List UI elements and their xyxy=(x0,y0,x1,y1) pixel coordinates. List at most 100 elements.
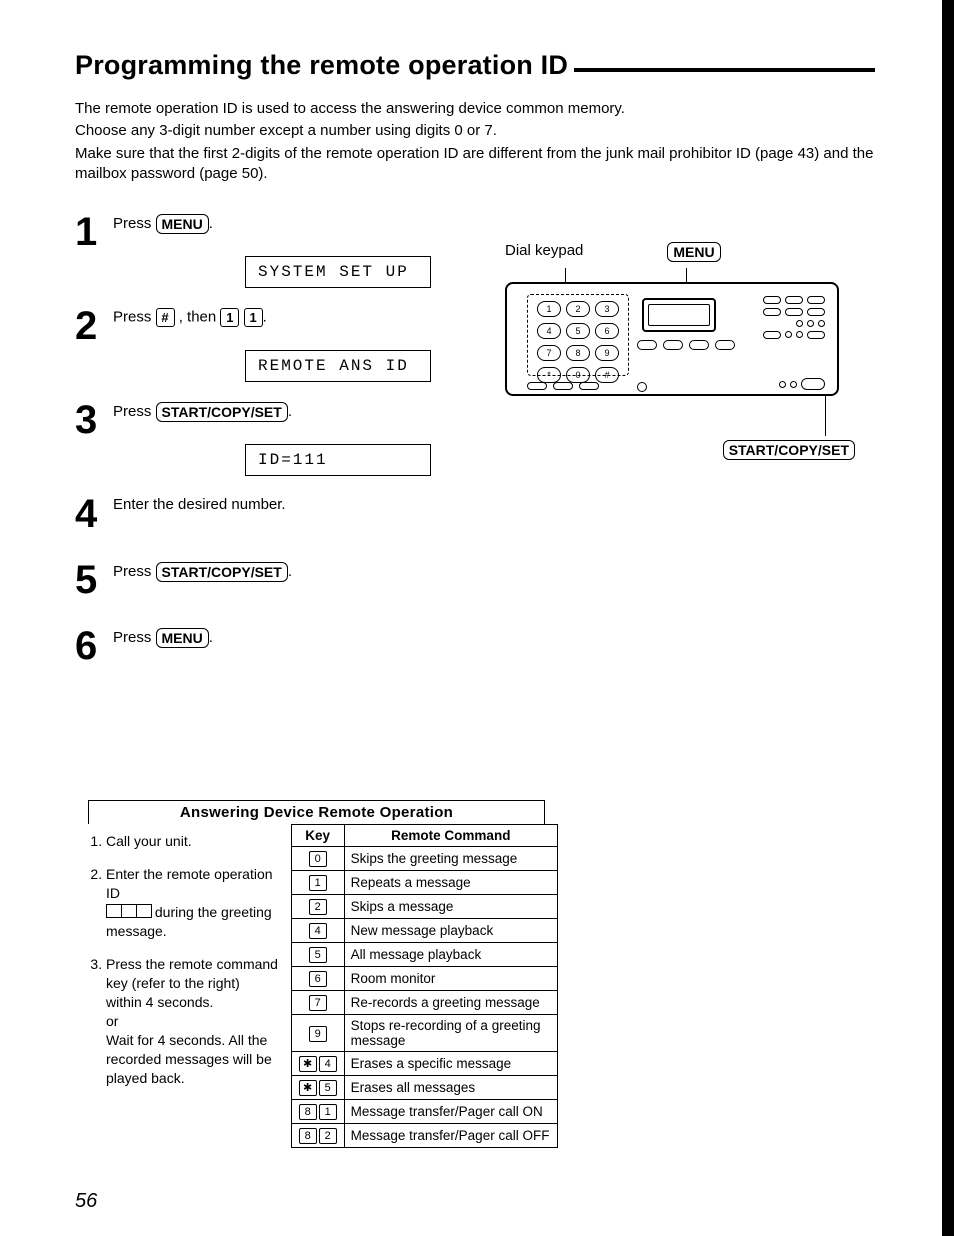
device-button[interactable] xyxy=(785,308,803,316)
menu-button[interactable]: MENU xyxy=(156,628,209,648)
key-icon: ✱ xyxy=(299,1080,317,1096)
period: . xyxy=(209,215,213,232)
key-icon: 9 xyxy=(309,1026,327,1042)
intro-line: Choose any 3-digit number except a numbe… xyxy=(75,121,875,141)
remote-command-table: Key Remote Command 0Skips the greeting m… xyxy=(291,824,558,1148)
hash-key[interactable]: # xyxy=(156,308,175,327)
key-star[interactable]: * xyxy=(537,367,561,383)
id-boxes-icon xyxy=(106,904,151,923)
command-cell: Repeats a message xyxy=(344,871,557,895)
key-cell: 2 xyxy=(291,895,344,919)
key-2[interactable]: 2 xyxy=(566,301,590,317)
device-buttons xyxy=(637,340,735,350)
start-copy-set-button[interactable]: START/COPY/SET xyxy=(156,562,288,582)
device-button[interactable] xyxy=(527,382,547,390)
start-copy-set-button[interactable] xyxy=(801,378,825,390)
step-text: Press xyxy=(113,215,156,232)
step-number: 6 xyxy=(75,626,113,666)
device-button[interactable] xyxy=(689,340,709,350)
key-0[interactable]: 0 xyxy=(566,367,590,383)
period: . xyxy=(209,629,213,646)
page-number: 56 xyxy=(75,1190,97,1213)
key-icon: 2 xyxy=(319,1128,337,1144)
key-8[interactable]: 8 xyxy=(566,345,590,361)
device-button[interactable] xyxy=(579,382,599,390)
key-4[interactable]: 4 xyxy=(537,323,561,339)
step-number: 2 xyxy=(75,306,113,346)
command-cell: Skips the greeting message xyxy=(344,847,557,871)
key-icon: 2 xyxy=(309,899,327,915)
key-icon: 8 xyxy=(299,1128,317,1144)
menu-button[interactable]: MENU xyxy=(156,214,209,234)
device-button[interactable] xyxy=(553,382,573,390)
table-row: 5All message playback xyxy=(291,943,557,967)
key-7[interactable]: 7 xyxy=(537,345,561,361)
key-cell: 7 xyxy=(291,991,344,1015)
key-icon: ✱ xyxy=(299,1056,317,1072)
device-button[interactable] xyxy=(663,340,683,350)
command-cell: New message playback xyxy=(344,919,557,943)
one-key[interactable]: 1 xyxy=(244,308,263,327)
key-cell: 4 xyxy=(291,919,344,943)
card-step-2: Enter the remote operation ID during the… xyxy=(106,865,279,941)
key-cell: 6 xyxy=(291,967,344,991)
period: . xyxy=(263,308,267,325)
table-row: 1Repeats a message xyxy=(291,871,557,895)
device-button[interactable] xyxy=(807,308,825,316)
card-step-1: Call your unit. xyxy=(106,832,279,851)
one-key[interactable]: 1 xyxy=(220,308,239,327)
lcd-display: SYSTEM SET UP xyxy=(245,256,431,288)
intro-text: The remote operation ID is used to acces… xyxy=(75,99,875,184)
table-row: 4 New message playback xyxy=(291,919,557,943)
command-cell: Skips a message xyxy=(344,895,557,919)
step-text: Press xyxy=(113,308,156,325)
table-row: ✱5Erases all messages xyxy=(291,1076,557,1100)
key-9[interactable]: 9 xyxy=(595,345,619,361)
device-button[interactable] xyxy=(637,340,657,350)
key-3[interactable]: 3 xyxy=(595,301,619,317)
step-number: 1 xyxy=(75,212,113,252)
device-button[interactable] xyxy=(785,296,803,304)
step-number: 4 xyxy=(75,494,113,534)
key-icon: 4 xyxy=(319,1056,337,1072)
table-row: 2 Skips a message xyxy=(291,895,557,919)
step-6: 6 Press MENU. xyxy=(75,626,875,666)
start-copy-set-button[interactable]: START/COPY/SET xyxy=(156,402,288,422)
intro-line: Make sure that the first 2-digits of the… xyxy=(75,144,875,185)
table-row: 7Re-records a greeting message xyxy=(291,991,557,1015)
table-row: 6 Room monitor xyxy=(291,967,557,991)
step-number: 3 xyxy=(75,400,113,440)
col-key: Key xyxy=(291,825,344,847)
device-button[interactable] xyxy=(763,308,781,316)
step-text: Press xyxy=(113,629,156,646)
page-title: Programming the remote operation ID xyxy=(75,50,574,81)
command-cell: Room monitor xyxy=(344,967,557,991)
key-icon: 6 xyxy=(309,971,327,987)
dial-keypad-group: 123 456 789 *0# xyxy=(527,294,629,376)
device-button[interactable] xyxy=(763,296,781,304)
command-cell: Stops re-recording of a greeting message xyxy=(344,1015,557,1052)
device-button[interactable] xyxy=(807,331,825,339)
indicator-icon xyxy=(818,320,825,327)
key-cell: ✱5 xyxy=(291,1076,344,1100)
key-hash[interactable]: # xyxy=(595,367,619,383)
key-1[interactable]: 1 xyxy=(537,301,561,317)
key-cell: 1 xyxy=(291,871,344,895)
table-row: 0Skips the greeting message xyxy=(291,847,557,871)
device-button[interactable] xyxy=(763,331,781,339)
indicator-icon xyxy=(779,381,786,388)
step-text: Enter the desired number. xyxy=(113,496,875,513)
dial-keypad-label: Dial keypad xyxy=(505,242,583,262)
device-button[interactable] xyxy=(807,296,825,304)
card-heading: Answering Device Remote Operation xyxy=(88,800,545,824)
device-button[interactable] xyxy=(715,340,735,350)
key-icon: 4 xyxy=(309,923,327,939)
table-row: 81Message transfer/Pager call ON xyxy=(291,1100,557,1124)
key-icon: 8 xyxy=(299,1104,317,1120)
step-text: Press xyxy=(113,563,156,580)
table-row: 9 Stops re-recording of a greeting messag… xyxy=(291,1015,557,1052)
key-5[interactable]: 5 xyxy=(566,323,590,339)
key-cell: 0 xyxy=(291,847,344,871)
indicator-icon xyxy=(796,320,803,327)
key-6[interactable]: 6 xyxy=(595,323,619,339)
